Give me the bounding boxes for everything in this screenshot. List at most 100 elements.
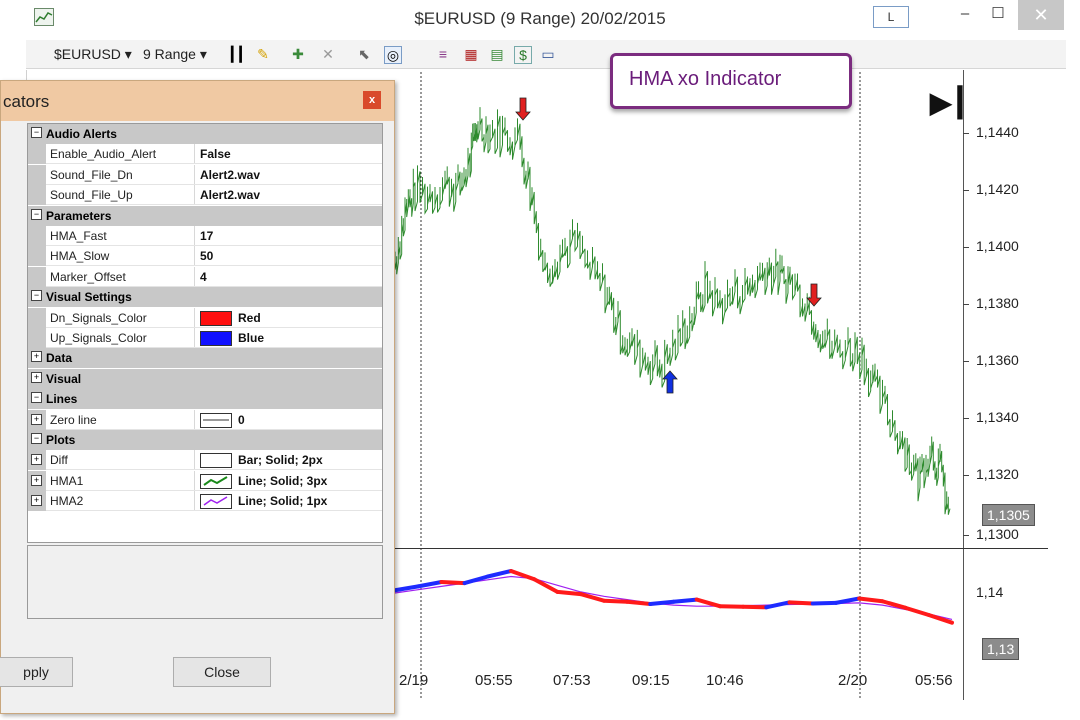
dialog-title-bar[interactable] xyxy=(1,81,394,121)
category-label: Lines xyxy=(46,392,78,407)
property-marker-offset[interactable]: Marker_Offset 4 xyxy=(28,266,382,287)
property-sound-file-dn[interactable]: Sound_File_Dn Alert2.wav xyxy=(28,164,382,185)
property-value[interactable]: Line; Solid; 3px xyxy=(238,474,327,488)
property-name: Sound_File_Dn xyxy=(50,167,133,182)
collapse-icon[interactable]: − xyxy=(31,290,42,302)
scroll-to-end-icon[interactable]: ▶┃ xyxy=(930,86,968,119)
property-value[interactable]: False xyxy=(200,147,231,161)
hma1-segment xyxy=(787,600,815,606)
lower-panel-price-tag: 1,13 xyxy=(982,638,1020,660)
hma1-segment xyxy=(416,580,444,589)
category-lines[interactable]: − Lines xyxy=(28,389,382,410)
hma1-segment xyxy=(857,596,885,604)
hma1-segment xyxy=(555,589,583,597)
color-swatch-icon xyxy=(200,310,232,326)
property-name: HMA_Slow xyxy=(50,249,110,264)
dialog-close-icon[interactable]: x xyxy=(363,91,381,109)
price-label: 1,1420 xyxy=(976,181,1019,197)
category-label: Audio Alerts xyxy=(46,127,117,141)
expand-icon[interactable]: + xyxy=(31,371,42,383)
category-plots[interactable]: − Plots xyxy=(28,430,382,450)
close-button[interactable]: Close xyxy=(173,657,271,687)
price-label: 1,1440 xyxy=(976,124,1019,140)
property-hma2[interactable]: + HMA2 Line; Solid; 1px xyxy=(28,491,382,512)
hma1-segment xyxy=(625,599,653,606)
property-value[interactable]: Line; Solid; 1px xyxy=(238,494,327,508)
expand-icon[interactable]: + xyxy=(31,454,42,466)
collapse-icon[interactable]: − xyxy=(31,127,42,138)
color-swatch-icon xyxy=(200,331,232,346)
property-hma1[interactable]: + HMA1 Line; Solid; 3px xyxy=(28,470,382,491)
category-audio-alerts[interactable]: − Audio Alerts xyxy=(28,124,382,144)
property-dn-signals-color[interactable]: Dn_Signals_Color Red xyxy=(28,307,382,328)
hma1-segment xyxy=(741,604,769,610)
color-swatch-icon xyxy=(200,453,232,469)
property-enable-audio-alert[interactable]: Enable_Audio_Alert False xyxy=(28,144,382,165)
property-value[interactable]: 50 xyxy=(200,249,213,263)
hma1-segment xyxy=(485,569,514,579)
property-hma-slow[interactable]: HMA_Slow 50 xyxy=(28,246,382,267)
price-label: 1,1320 xyxy=(976,466,1019,482)
category-label: Visual xyxy=(46,371,82,386)
property-name: HMA_Fast xyxy=(50,229,107,243)
time-label: 2/19 xyxy=(399,672,429,689)
property-value[interactable]: Bar; Solid; 2px xyxy=(238,453,323,467)
color-swatch-icon xyxy=(200,494,232,510)
column-divider xyxy=(194,307,195,328)
property-value[interactable]: Alert2.wav xyxy=(200,188,260,202)
time-label: 07:53 xyxy=(553,672,591,689)
hma1-segment xyxy=(532,577,560,594)
color-swatch-icon xyxy=(200,473,232,489)
column-divider xyxy=(194,328,195,348)
panel-separator[interactable] xyxy=(393,548,1048,549)
property-diff[interactable]: + Diff Bar; Solid; 2px xyxy=(28,450,382,471)
price-tick xyxy=(963,133,969,134)
expand-icon[interactable]: + xyxy=(31,474,42,486)
price-label: 1,1380 xyxy=(976,295,1019,311)
property-value[interactable]: Red xyxy=(238,311,261,325)
property-up-signals-color[interactable]: Up_Signals_Color Blue xyxy=(28,328,382,348)
hma1-segment xyxy=(601,598,630,604)
collapse-icon[interactable]: − xyxy=(31,433,42,444)
property-value[interactable]: Alert2.wav xyxy=(200,168,260,182)
down-signal-arrow-icon xyxy=(515,97,531,121)
color-swatch-icon xyxy=(200,412,232,428)
current-price-tag: 1,1305 xyxy=(982,504,1035,526)
property-value[interactable]: Blue xyxy=(238,331,264,345)
row-gutter xyxy=(28,226,46,246)
category-visual-settings[interactable]: − Visual Settings xyxy=(28,287,382,308)
collapse-icon[interactable]: − xyxy=(31,392,42,404)
time-label: 05:55 xyxy=(475,672,513,689)
column-divider xyxy=(194,470,195,491)
collapse-icon[interactable]: − xyxy=(31,208,42,220)
expand-icon[interactable]: + xyxy=(31,413,42,425)
lower-price-label: 1,14 xyxy=(976,584,1004,600)
property-sound-file-up[interactable]: Sound_File_Up Alert2.wav xyxy=(28,185,382,206)
expand-icon[interactable]: + xyxy=(31,351,42,363)
row-gutter xyxy=(28,328,46,348)
hma1-segment xyxy=(764,600,792,610)
column-divider xyxy=(194,246,195,267)
row-gutter xyxy=(28,144,46,165)
time-label: 10:46 xyxy=(706,672,744,689)
row-gutter xyxy=(28,185,46,206)
property-name: HMA2 xyxy=(50,494,84,509)
property-name: Marker_Offset xyxy=(50,269,126,284)
category-parameters[interactable]: − Parameters xyxy=(28,205,382,226)
dialog-title: cators xyxy=(3,92,50,111)
time-label: 2/20 xyxy=(838,672,868,689)
apply-button[interactable]: pply xyxy=(0,657,73,687)
row-gutter xyxy=(28,164,46,185)
property-zero-line[interactable]: + Zero line 0 xyxy=(28,409,382,430)
category-data[interactable]: + Data xyxy=(28,348,382,369)
property-value[interactable]: 0 xyxy=(238,413,245,427)
property-hma-fast[interactable]: HMA_Fast 17 xyxy=(28,226,382,246)
hma1-segment xyxy=(717,604,746,609)
property-value[interactable]: 17 xyxy=(200,229,213,243)
hma1-segment xyxy=(833,596,862,605)
expand-icon[interactable]: + xyxy=(31,495,42,507)
category-visual[interactable]: + Visual xyxy=(28,368,382,389)
property-value[interactable]: 4 xyxy=(200,270,207,284)
property-grid[interactable]: − Audio Alerts Enable_Audio_Alert False Soun… xyxy=(27,123,383,543)
property-name: Enable_Audio_Alert xyxy=(50,147,157,162)
